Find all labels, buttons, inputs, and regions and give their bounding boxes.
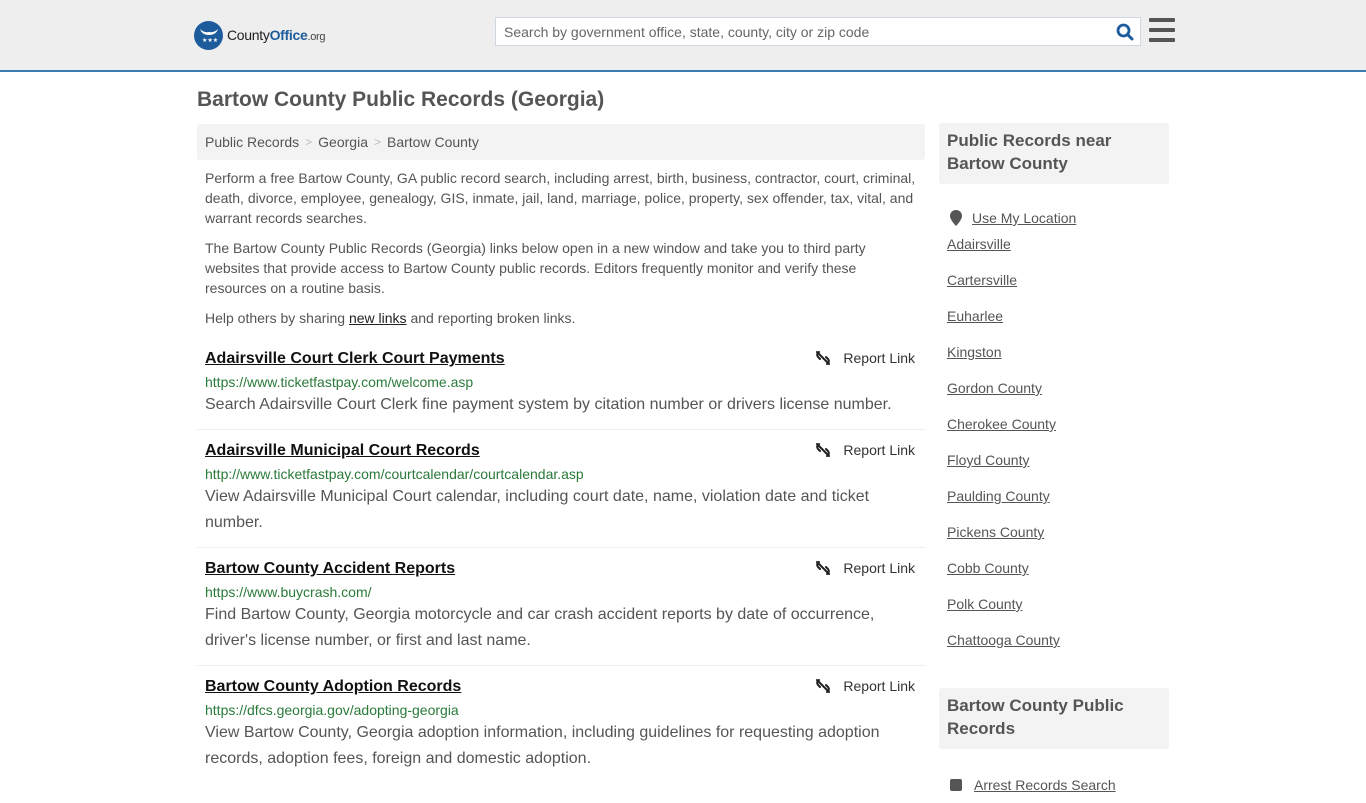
report-link-button[interactable]: Report Link [815, 678, 915, 694]
broken-link-icon [816, 679, 831, 693]
record-url: https://www.ticketfastpay.com/welcome.as… [205, 374, 474, 390]
site-logo[interactable]: ★★★ CountyOffice.org [194, 20, 326, 50]
record-url: https://dfcs.georgia.gov/adopting-georgi… [205, 702, 459, 718]
nearby-link-pickens-county[interactable]: Pickens County [947, 524, 1044, 540]
use-my-location-item: Use My Location [947, 200, 1161, 236]
record-item: Bartow County Adoption Records https://d… [197, 666, 925, 783]
breadcrumb-separator: > [305, 135, 313, 149]
nearby-link-cherokee-county[interactable]: Cherokee County [947, 416, 1056, 432]
county-records-list: Arrest Records Search [939, 749, 1169, 803]
nearby-records-heading: Public Records near Bartow County [939, 123, 1169, 184]
record-title-link[interactable]: Adairsville Municipal Court Records [205, 440, 480, 462]
breadcrumb-separator: > [373, 135, 381, 149]
page-title: Bartow County Public Records (Georgia) [197, 88, 605, 111]
intro-text: Perform a free Bartow County, GA public … [197, 160, 925, 328]
site-header: ★★★ CountyOffice.org [0, 0, 1366, 72]
report-link-button[interactable]: Report Link [815, 350, 915, 366]
record-item: Adairsville Court Clerk Court Payments h… [197, 338, 925, 430]
svg-text:★★★: ★★★ [202, 37, 218, 44]
arrest-records-icon [950, 779, 962, 791]
breadcrumb-georgia[interactable]: Georgia [318, 134, 368, 150]
intro-paragraph: Perform a free Bartow County, GA public … [205, 170, 916, 226]
record-title-link[interactable]: Bartow County Accident Reports [205, 558, 455, 580]
nearby-link-floyd-county[interactable]: Floyd County [947, 452, 1029, 468]
nearby-list: Use My Location Adairsville Cartersville… [939, 184, 1169, 668]
broken-link-icon [816, 351, 831, 365]
nearby-link-kingston[interactable]: Kingston [947, 344, 1001, 360]
record-url: https://www.buycrash.com/ [205, 584, 372, 600]
record-title-link[interactable]: Adairsville Court Clerk Court Payments [205, 348, 505, 370]
record-description: View Bartow County, Georgia adoption inf… [205, 724, 880, 767]
nearby-link-chattooga-county[interactable]: Chattooga County [947, 632, 1060, 648]
share-paragraph: Help others by sharing new links and rep… [205, 310, 576, 326]
nearby-link-paulding-county[interactable]: Paulding County [947, 488, 1050, 504]
logo-text: CountyOffice.org [227, 27, 326, 43]
nearby-link-gordon-county[interactable]: Gordon County [947, 380, 1042, 396]
eagle-logo-icon: ★★★ [194, 20, 223, 50]
county-link-arrest-records[interactable]: Arrest Records Search [974, 777, 1116, 793]
broken-link-icon [816, 561, 831, 575]
new-links-link[interactable]: new links [349, 310, 407, 326]
nearby-link-cartersville[interactable]: Cartersville [947, 272, 1017, 288]
breadcrumb-public-records[interactable]: Public Records [205, 134, 299, 150]
breadcrumb-bartow-county[interactable]: Bartow County [387, 134, 479, 150]
record-url: http://www.ticketfastpay.com/courtcalend… [205, 466, 584, 482]
broken-link-icon [816, 443, 831, 457]
nearby-link-polk-county[interactable]: Polk County [947, 596, 1022, 612]
records-list: Adairsville Court Clerk Court Payments h… [197, 338, 925, 783]
record-title-link[interactable]: Bartow County Adoption Records [205, 676, 461, 698]
county-records-heading: Bartow County Public Records [939, 688, 1169, 749]
map-pin-icon [950, 210, 962, 226]
main-content: Public Records > Georgia > Bartow County… [197, 124, 925, 783]
report-link-button[interactable]: Report Link [815, 442, 915, 458]
search-input[interactable] [496, 18, 1110, 45]
record-description: Find Bartow County, Georgia motorcycle a… [205, 606, 875, 649]
record-description: View Adairsville Municipal Court calenda… [205, 488, 870, 531]
search-icon [1116, 23, 1134, 40]
record-description: Search Adairsville Court Clerk fine paym… [205, 396, 892, 413]
record-item: Bartow County Accident Reports https://w… [197, 548, 925, 666]
intro-paragraph: The Bartow County Public Records (Georgi… [205, 240, 866, 296]
breadcrumb: Public Records > Georgia > Bartow County [197, 124, 925, 160]
search-bar [495, 17, 1141, 46]
record-item: Adairsville Municipal Court Records http… [197, 430, 925, 548]
report-link-button[interactable]: Report Link [815, 560, 915, 576]
sidebar: Public Records near Bartow County Use My… [939, 123, 1169, 803]
hamburger-menu-icon[interactable] [1149, 18, 1175, 42]
search-button[interactable] [1110, 18, 1140, 45]
use-my-location-link[interactable]: Use My Location [972, 210, 1076, 226]
nearby-link-cobb-county[interactable]: Cobb County [947, 560, 1029, 576]
nearby-link-euharlee[interactable]: Euharlee [947, 308, 1003, 324]
nearby-link-adairsville[interactable]: Adairsville [947, 236, 1011, 252]
